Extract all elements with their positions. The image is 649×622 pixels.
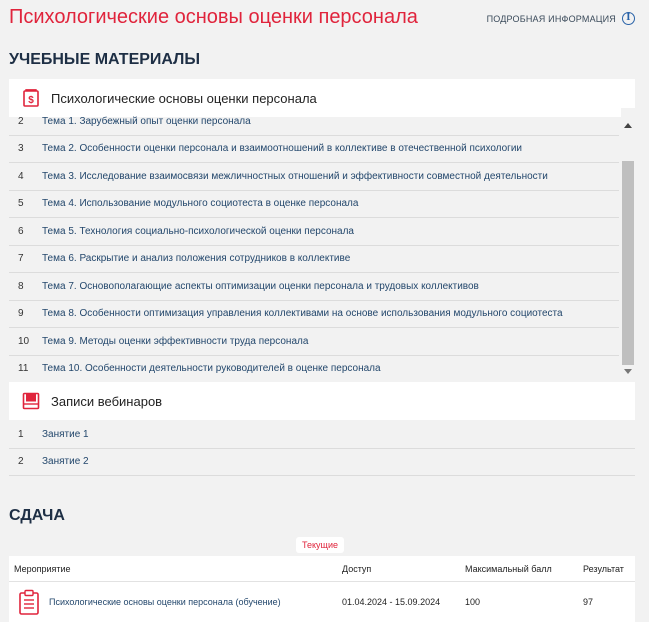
item-number: 2 (18, 115, 24, 127)
max-score-value: 100 (465, 597, 481, 607)
info-icon: i (622, 12, 635, 25)
result-value: 97 (583, 597, 594, 607)
column-header-access: Доступ (342, 564, 372, 574)
list-item[interactable]: 6 Тема 5. Технология социально-психологич… (9, 218, 619, 246)
item-number: 8 (18, 280, 24, 292)
item-number: 4 (18, 170, 24, 182)
list-item[interactable]: 5 Тема 4. Использование модульного социот… (9, 191, 619, 218)
item-title[interactable]: Тема 3. Исследование взаимосвязи межличн… (42, 171, 548, 182)
item-title[interactable]: Тема 4. Использование модульного социоте… (42, 198, 358, 209)
group-title: Психологические основы оценки персонала (51, 90, 317, 106)
scroll-down-arrow-icon[interactable] (624, 369, 632, 374)
item-title[interactable]: Тема 5. Технология социально-психологиче… (42, 226, 354, 237)
event-link[interactable]: Психологические основы оценки персонала … (49, 597, 281, 607)
clipboard-icon (19, 589, 39, 615)
item-number: 2 (18, 456, 24, 468)
item-number: 6 (18, 225, 24, 237)
more-info-label: ПОДРОБНАЯ ИНФОРМАЦИЯ (486, 13, 616, 24)
item-title[interactable]: Тема 8. Особенности оптимизация управлен… (42, 308, 563, 319)
table-row[interactable]: Психологические основы оценки персонала … (9, 583, 635, 622)
scroll-up-arrow-icon[interactable] (624, 123, 632, 128)
item-title[interactable]: Тема 1. Зарубежный опыт оценки персонала (42, 116, 251, 127)
access-dates: 01.04.2024 - 15.09.2024 (342, 597, 441, 607)
table-header: Мероприятие Доступ Максимальный балл Рез… (9, 556, 635, 582)
svg-text:$: $ (28, 95, 34, 106)
item-title[interactable]: Тема 10. Особенности деятельности руково… (42, 363, 381, 374)
list-item[interactable]: 11 Тема 10. Особенности деятельности руко… (9, 356, 619, 381)
page-title: Психологические основы оценки персонала (9, 6, 418, 28)
list-item[interactable]: 7 Тема 6. Раскрытие и анализ положения со… (9, 246, 619, 273)
group-title: Записи вебинаров (51, 393, 163, 409)
item-title[interactable]: Тема 7. Основополагающие аспекты оптимиз… (42, 281, 479, 292)
item-title[interactable]: Тема 2. Особенности оценки персонала и в… (42, 143, 522, 154)
column-header-max-score: Максимальный балл (465, 564, 552, 574)
item-number: 9 (18, 308, 24, 320)
results-table: Мероприятие Доступ Максимальный балл Рез… (9, 556, 635, 622)
list-item[interactable]: 10 Тема 9. Методы оценки эффективности тр… (9, 328, 619, 356)
document-dollar-icon: $ (23, 89, 39, 107)
materials-heading: УЧЕБНЫЕ МАТЕРИАЛЫ (9, 51, 201, 68)
list-item[interactable]: 3 Тема 2. Особенности оценки персонала и … (9, 136, 619, 163)
webinars-list: 1 Занятие 1 2 Занятие 2 (9, 421, 635, 477)
list-item[interactable]: 9 Тема 8. Особенности оптимизация управле… (9, 301, 619, 328)
more-info-link[interactable]: ПОДРОБНАЯ ИНФОРМАЦИЯ i (487, 12, 635, 25)
group-header-webinars[interactable]: Записи вебинаров (9, 382, 635, 420)
item-number: 11 (18, 363, 29, 375)
item-number: 3 (18, 143, 24, 155)
item-title[interactable]: Тема 6. Раскрытие и анализ положения сот… (42, 253, 350, 264)
list-scrollbar[interactable] (621, 108, 635, 380)
list-item[interactable]: 2 Тема 1. Зарубежный опыт оценки персонал… (9, 108, 619, 136)
video-folder-icon (22, 392, 40, 410)
item-number: 1 (18, 428, 24, 440)
item-number: 10 (18, 335, 30, 347)
list-item[interactable]: 2 Занятие 2 (9, 449, 635, 476)
scroll-thumb[interactable] (622, 161, 634, 365)
item-title[interactable]: Тема 9. Методы оценки эффективности труд… (42, 336, 308, 347)
exams-heading: СДАЧА (9, 507, 65, 524)
item-title[interactable]: Занятие 2 (42, 456, 89, 467)
list-item[interactable]: 1 Занятие 1 (9, 421, 635, 449)
tab-current[interactable]: Текущие (296, 537, 344, 553)
item-number: 7 (18, 253, 24, 265)
column-header-result: Результат (583, 564, 624, 574)
list-item[interactable]: 8 Тема 7. Основополагающие аспекты оптими… (9, 273, 619, 301)
materials-list: 2 Тема 1. Зарубежный опыт оценки персонал… (9, 108, 635, 380)
list-item[interactable]: 4 Тема 3. Исследование взаимосвязи межлич… (9, 163, 619, 191)
item-title[interactable]: Занятие 1 (42, 429, 89, 440)
column-header-event: Мероприятие (14, 564, 71, 574)
item-number: 5 (18, 198, 24, 210)
